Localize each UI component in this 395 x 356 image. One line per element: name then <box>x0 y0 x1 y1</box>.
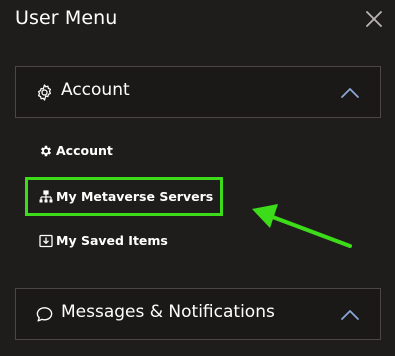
chevron-up-icon <box>340 307 360 321</box>
user-menu-panel: User Menu Account Account My Metaverse S… <box>0 0 395 356</box>
panel-title: User Menu <box>15 7 118 29</box>
close-icon <box>366 11 382 27</box>
messages-section-label: Messages & Notifications <box>61 302 275 322</box>
menu-item-my-saved-items[interactable]: My Saved Items <box>39 231 168 249</box>
annotation-arrow-icon <box>252 204 352 248</box>
menu-item-label: My Saved Items <box>56 232 168 248</box>
close-button[interactable] <box>363 8 385 30</box>
menu-item-account[interactable]: Account <box>39 141 113 159</box>
annotation-highlight-box <box>25 177 223 216</box>
messages-section-header[interactable]: Messages & Notifications <box>15 288 381 340</box>
account-section-header[interactable]: Account <box>15 66 381 118</box>
gear-icon <box>39 143 53 157</box>
chevron-up-icon <box>340 85 360 99</box>
speech-bubble-icon <box>35 305 54 324</box>
gear-outline-icon <box>35 83 54 102</box>
menu-item-label: Account <box>56 142 113 158</box>
account-section-label: Account <box>61 80 130 100</box>
download-box-icon <box>39 233 53 248</box>
